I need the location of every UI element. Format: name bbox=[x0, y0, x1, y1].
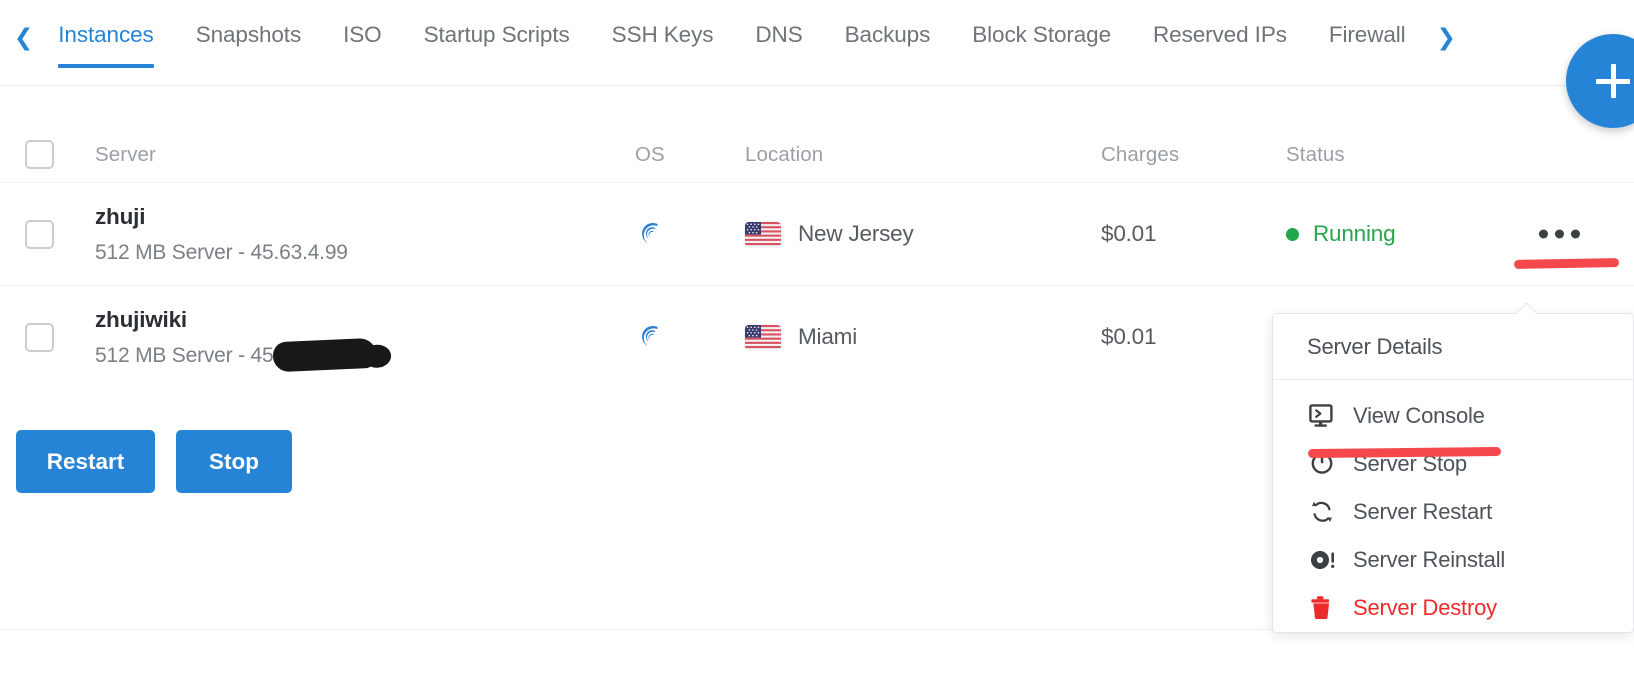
reinstall-disc-icon bbox=[1309, 547, 1341, 573]
server-cell: zhujiwiki 512 MB Server - 45. bbox=[95, 306, 635, 372]
os-cell bbox=[635, 217, 745, 251]
refresh-icon bbox=[1309, 499, 1341, 525]
menu-item-label: Server Reinstall bbox=[1353, 547, 1506, 572]
charges-amount: $0.01 bbox=[1101, 324, 1157, 349]
location-name: Miami bbox=[798, 324, 857, 349]
ellipsis-dot bbox=[1539, 229, 1548, 239]
location-cell: Miami bbox=[745, 324, 1101, 350]
column-header-location: Location bbox=[745, 142, 824, 166]
menu-item-server-details[interactable]: Server Details bbox=[1273, 314, 1633, 380]
power-icon bbox=[1309, 451, 1341, 477]
tab-label: ISO bbox=[343, 22, 382, 47]
row-checkbox[interactable] bbox=[25, 322, 54, 352]
debian-icon bbox=[642, 223, 658, 244]
ellipsis-dot bbox=[1571, 229, 1580, 239]
column-header-charges: Charges bbox=[1101, 142, 1180, 166]
server-spec: 512 MB Server - 45.63.4.99 bbox=[95, 241, 348, 265]
tab-label: Firewall bbox=[1328, 22, 1406, 47]
tab-reserved-ips[interactable]: Reserved IPs bbox=[1132, 0, 1308, 48]
menu-item-label: Server Destroy bbox=[1353, 595, 1497, 620]
tab-ssh-keys[interactable]: SSH Keys bbox=[591, 0, 735, 48]
tab-instances[interactable]: Instances bbox=[37, 0, 174, 68]
ellipsis-dot bbox=[1555, 229, 1564, 239]
tab-label: DNS bbox=[755, 22, 803, 47]
dropdown-pointer bbox=[1516, 303, 1537, 314]
os-cell bbox=[635, 320, 745, 354]
menu-item-server-reinstall[interactable]: Server Reinstall bbox=[1273, 536, 1633, 584]
us-flag-icon bbox=[745, 324, 781, 350]
tab-label: Startup Scripts bbox=[423, 22, 570, 47]
menu-item-server-destroy[interactable]: Server Destroy bbox=[1273, 584, 1633, 632]
status-badge: Running bbox=[1313, 221, 1396, 246]
active-tab-underline bbox=[58, 64, 154, 68]
tab-startup-scripts[interactable]: Startup Scripts bbox=[403, 0, 591, 48]
menu-item-label: Server Restart bbox=[1353, 499, 1493, 524]
stop-button[interactable]: Stop bbox=[176, 430, 292, 493]
charges-amount: $0.01 bbox=[1101, 221, 1157, 246]
redaction-mark bbox=[272, 337, 378, 372]
server-spec-text: 512 MB Server - 45.63.4.99 bbox=[95, 240, 348, 264]
charges-cell: $0.01 bbox=[1101, 324, 1286, 350]
tab-label: Instances bbox=[58, 22, 154, 47]
menu-item-label: Server Details bbox=[1307, 333, 1443, 359]
menu-item-view-console[interactable]: View Console bbox=[1273, 392, 1633, 440]
server-spec: 512 MB Server - 45. bbox=[95, 337, 378, 372]
server-name: zhuji bbox=[95, 203, 146, 229]
tab-backups[interactable]: Backups bbox=[824, 0, 952, 48]
column-header-status: Status bbox=[1286, 142, 1345, 166]
tab-snapshots[interactable]: Snapshots bbox=[175, 0, 322, 48]
table-header-row: Server OS Location Charges Status bbox=[0, 127, 1634, 182]
tab-firewall[interactable]: Firewall bbox=[1308, 0, 1427, 48]
column-header-server: Server bbox=[95, 142, 156, 166]
tab-block-storage[interactable]: Block Storage bbox=[951, 0, 1132, 48]
tab-label: Backups bbox=[844, 22, 931, 47]
us-flag-icon bbox=[745, 221, 781, 247]
menu-item-label: View Console bbox=[1353, 403, 1485, 428]
server-actions-dropdown: Server Details View Console Server Stop bbox=[1272, 313, 1634, 633]
server-name: zhujiwiki bbox=[95, 306, 187, 332]
tab-label: Reserved IPs bbox=[1153, 22, 1287, 47]
plus-icon-vertical bbox=[1610, 64, 1616, 98]
console-icon bbox=[1309, 404, 1341, 428]
row-select-cell bbox=[0, 322, 95, 352]
location-cell: New Jersey bbox=[745, 221, 1101, 247]
debian-icon bbox=[642, 326, 658, 347]
column-header-os: OS bbox=[635, 142, 665, 166]
tab-label: Snapshots bbox=[195, 22, 302, 47]
tab-dns[interactable]: DNS bbox=[734, 0, 823, 48]
menu-item-label: Server Stop bbox=[1353, 451, 1467, 476]
select-all-checkbox[interactable] bbox=[25, 140, 54, 169]
annotation-underline-menu bbox=[1513, 258, 1620, 269]
table-row[interactable]: zhuji 512 MB Server - 45.63.4.99 New Jer… bbox=[0, 182, 1634, 285]
menu-item-server-restart[interactable]: Server Restart bbox=[1273, 488, 1633, 536]
row-actions-menu-button[interactable] bbox=[1531, 222, 1588, 247]
location-name: New Jersey bbox=[798, 221, 914, 246]
tab-iso[interactable]: ISO bbox=[322, 0, 402, 48]
trash-icon bbox=[1309, 595, 1341, 621]
primary-tab-bar: ❮ Instances Snapshots ISO Startup Script… bbox=[0, 0, 1634, 128]
restart-button[interactable]: Restart bbox=[16, 430, 155, 493]
charges-cell: $0.01 bbox=[1101, 221, 1286, 247]
server-spec-text: 512 MB Server - 45. bbox=[95, 343, 280, 367]
server-cell: zhuji 512 MB Server - 45.63.4.99 bbox=[95, 204, 635, 265]
select-all-cell bbox=[0, 140, 95, 169]
tab-label: Block Storage bbox=[972, 22, 1112, 47]
add-instance-button[interactable] bbox=[1566, 34, 1634, 128]
row-select-cell bbox=[0, 219, 95, 249]
tab-label: SSH Keys bbox=[611, 22, 714, 47]
chevron-left-icon[interactable]: ❮ bbox=[14, 0, 37, 50]
status-dot-icon bbox=[1286, 227, 1299, 241]
chevron-right-icon[interactable]: ❯ bbox=[1427, 0, 1456, 50]
row-checkbox[interactable] bbox=[25, 219, 54, 249]
menu-item-server-stop[interactable]: Server Stop bbox=[1273, 440, 1633, 488]
